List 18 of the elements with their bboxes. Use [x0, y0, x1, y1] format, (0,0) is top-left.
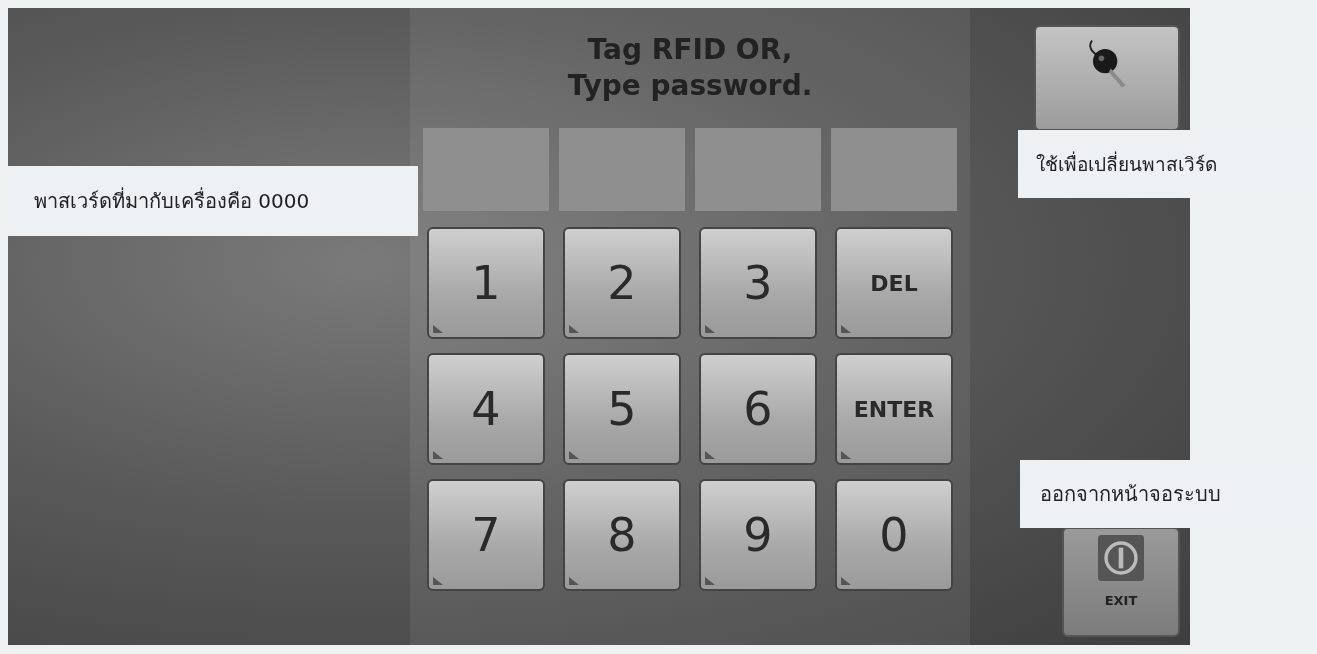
power-icon: [1098, 535, 1144, 581]
digit-key[interactable]: 2: [563, 227, 681, 339]
prompt-text: Type password.: [567, 68, 813, 104]
digit-key[interactable]: 0: [835, 479, 953, 591]
digit-key[interactable]: 1: [427, 227, 545, 339]
command-key[interactable]: ENTER: [835, 353, 953, 465]
command-key[interactable]: DEL: [835, 227, 953, 339]
exit-button[interactable]: EXIT: [1062, 527, 1180, 637]
digit-key[interactable]: 6: [699, 353, 817, 465]
digit-key[interactable]: 5: [563, 353, 681, 465]
prompt-text: Tag RFID OR,: [586, 32, 794, 68]
digit-key[interactable]: 4: [427, 353, 545, 465]
digit-key[interactable]: 8: [563, 479, 681, 591]
digit-key[interactable]: 3: [699, 227, 817, 339]
change-password-button[interactable]: [1034, 25, 1180, 131]
callout-label: พาสเวร์ดที่มากับเครื่องคือ 0000: [8, 166, 418, 236]
digit-key[interactable]: 9: [699, 479, 817, 591]
digit-key[interactable]: 7: [427, 479, 545, 591]
